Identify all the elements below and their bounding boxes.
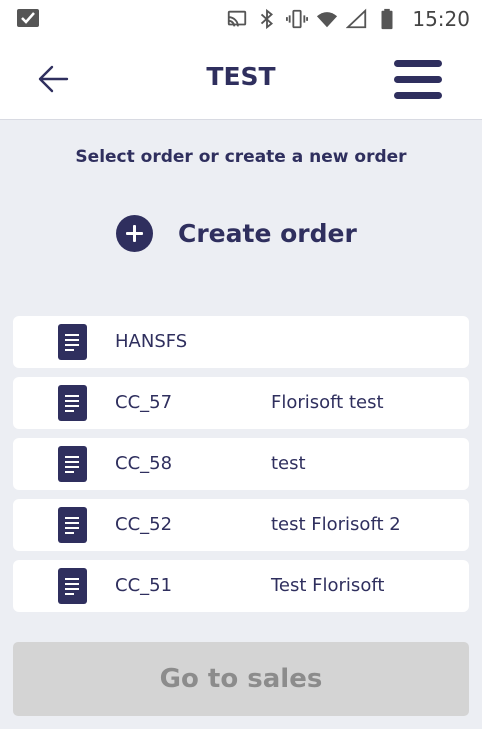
cast-icon xyxy=(228,10,247,27)
order-code: CC_52 xyxy=(115,514,173,535)
list-item[interactable]: HANSFS xyxy=(13,316,469,368)
create-order-label: Create order xyxy=(178,218,357,248)
hamburger-menu-icon[interactable] xyxy=(392,58,444,102)
order-list: HANSFS CC_57 Florisoft test CC_58 test C… xyxy=(13,316,469,621)
document-icon xyxy=(58,507,87,543)
list-item[interactable]: CC_57 Florisoft test xyxy=(13,377,469,429)
order-code: CC_51 xyxy=(115,575,173,596)
list-item[interactable]: CC_51 Test Florisoft xyxy=(13,560,469,612)
page-subtitle: Select order or create a new order xyxy=(75,147,407,167)
order-code: HANSFS xyxy=(115,331,188,352)
status-bar: 15:20 xyxy=(0,0,482,38)
order-name: Florisoft test xyxy=(271,392,384,413)
document-icon xyxy=(58,324,87,360)
order-code: CC_57 xyxy=(115,392,173,413)
order-name: test xyxy=(271,453,306,474)
document-icon xyxy=(58,385,87,421)
app-bar: TEST xyxy=(0,38,482,120)
create-order-button[interactable]: Create order xyxy=(116,212,357,254)
list-item[interactable]: CC_58 test xyxy=(13,438,469,490)
order-code: CC_58 xyxy=(115,453,173,474)
list-item[interactable]: CC_52 test Florisoft 2 xyxy=(13,499,469,551)
go-to-sales-button[interactable]: Go to sales xyxy=(13,642,469,716)
order-name: test Florisoft 2 xyxy=(271,514,401,535)
status-time: 15:20 xyxy=(412,7,470,31)
battery-icon xyxy=(381,8,393,30)
bluetooth-icon xyxy=(261,8,274,30)
checkbox-notification-icon xyxy=(17,9,39,27)
order-name: Test Florisoft xyxy=(271,575,385,596)
plus-circle-icon xyxy=(116,214,153,252)
vibrate-icon xyxy=(286,9,309,29)
document-icon xyxy=(58,446,87,482)
document-icon xyxy=(58,568,87,604)
status-icons: 15:20 xyxy=(226,6,470,32)
wifi-icon xyxy=(317,12,338,28)
signal-icon xyxy=(346,8,367,29)
